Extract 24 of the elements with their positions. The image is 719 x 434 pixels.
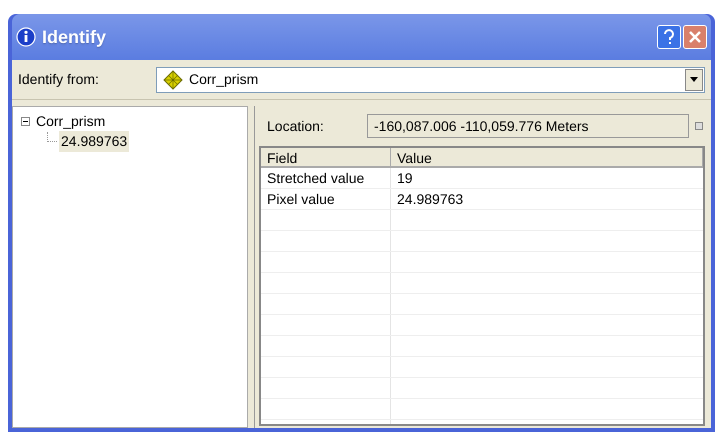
table-cell-text: Pixel value xyxy=(266,190,336,209)
caret-icon xyxy=(690,77,698,82)
window-title: Identify xyxy=(42,26,106,49)
tree-item[interactable]: 24.989763 xyxy=(59,130,130,152)
help-icon xyxy=(663,29,675,45)
column-header[interactable]: Field xyxy=(261,148,391,166)
table-cell-text: 19 xyxy=(396,169,414,188)
tree-item[interactable]: Corr_prism xyxy=(34,110,108,132)
help-button[interactable] xyxy=(657,25,681,49)
expand-toggle-icon[interactable] xyxy=(695,122,703,130)
column-header[interactable]: Value xyxy=(391,148,703,166)
location-field: -160,087.006 -110,059.776 Meters xyxy=(367,114,689,138)
info-icon xyxy=(16,27,36,47)
dropdown-arrow-button[interactable] xyxy=(685,68,703,90)
table-cell-text: 24.989763 xyxy=(396,190,464,209)
location-label: Location: xyxy=(267,116,325,136)
identify-from-label: Identify from: xyxy=(18,70,100,89)
raster-layer-icon xyxy=(163,70,183,90)
close-icon xyxy=(688,30,702,44)
layer-dropdown[interactable]: Corr_prism xyxy=(156,66,705,92)
table-cell-text: Stretched value xyxy=(266,169,366,188)
collapse-toggle-icon[interactable] xyxy=(21,116,30,126)
dropdown-value: Corr_prism xyxy=(189,70,260,89)
close-button[interactable] xyxy=(683,25,707,49)
